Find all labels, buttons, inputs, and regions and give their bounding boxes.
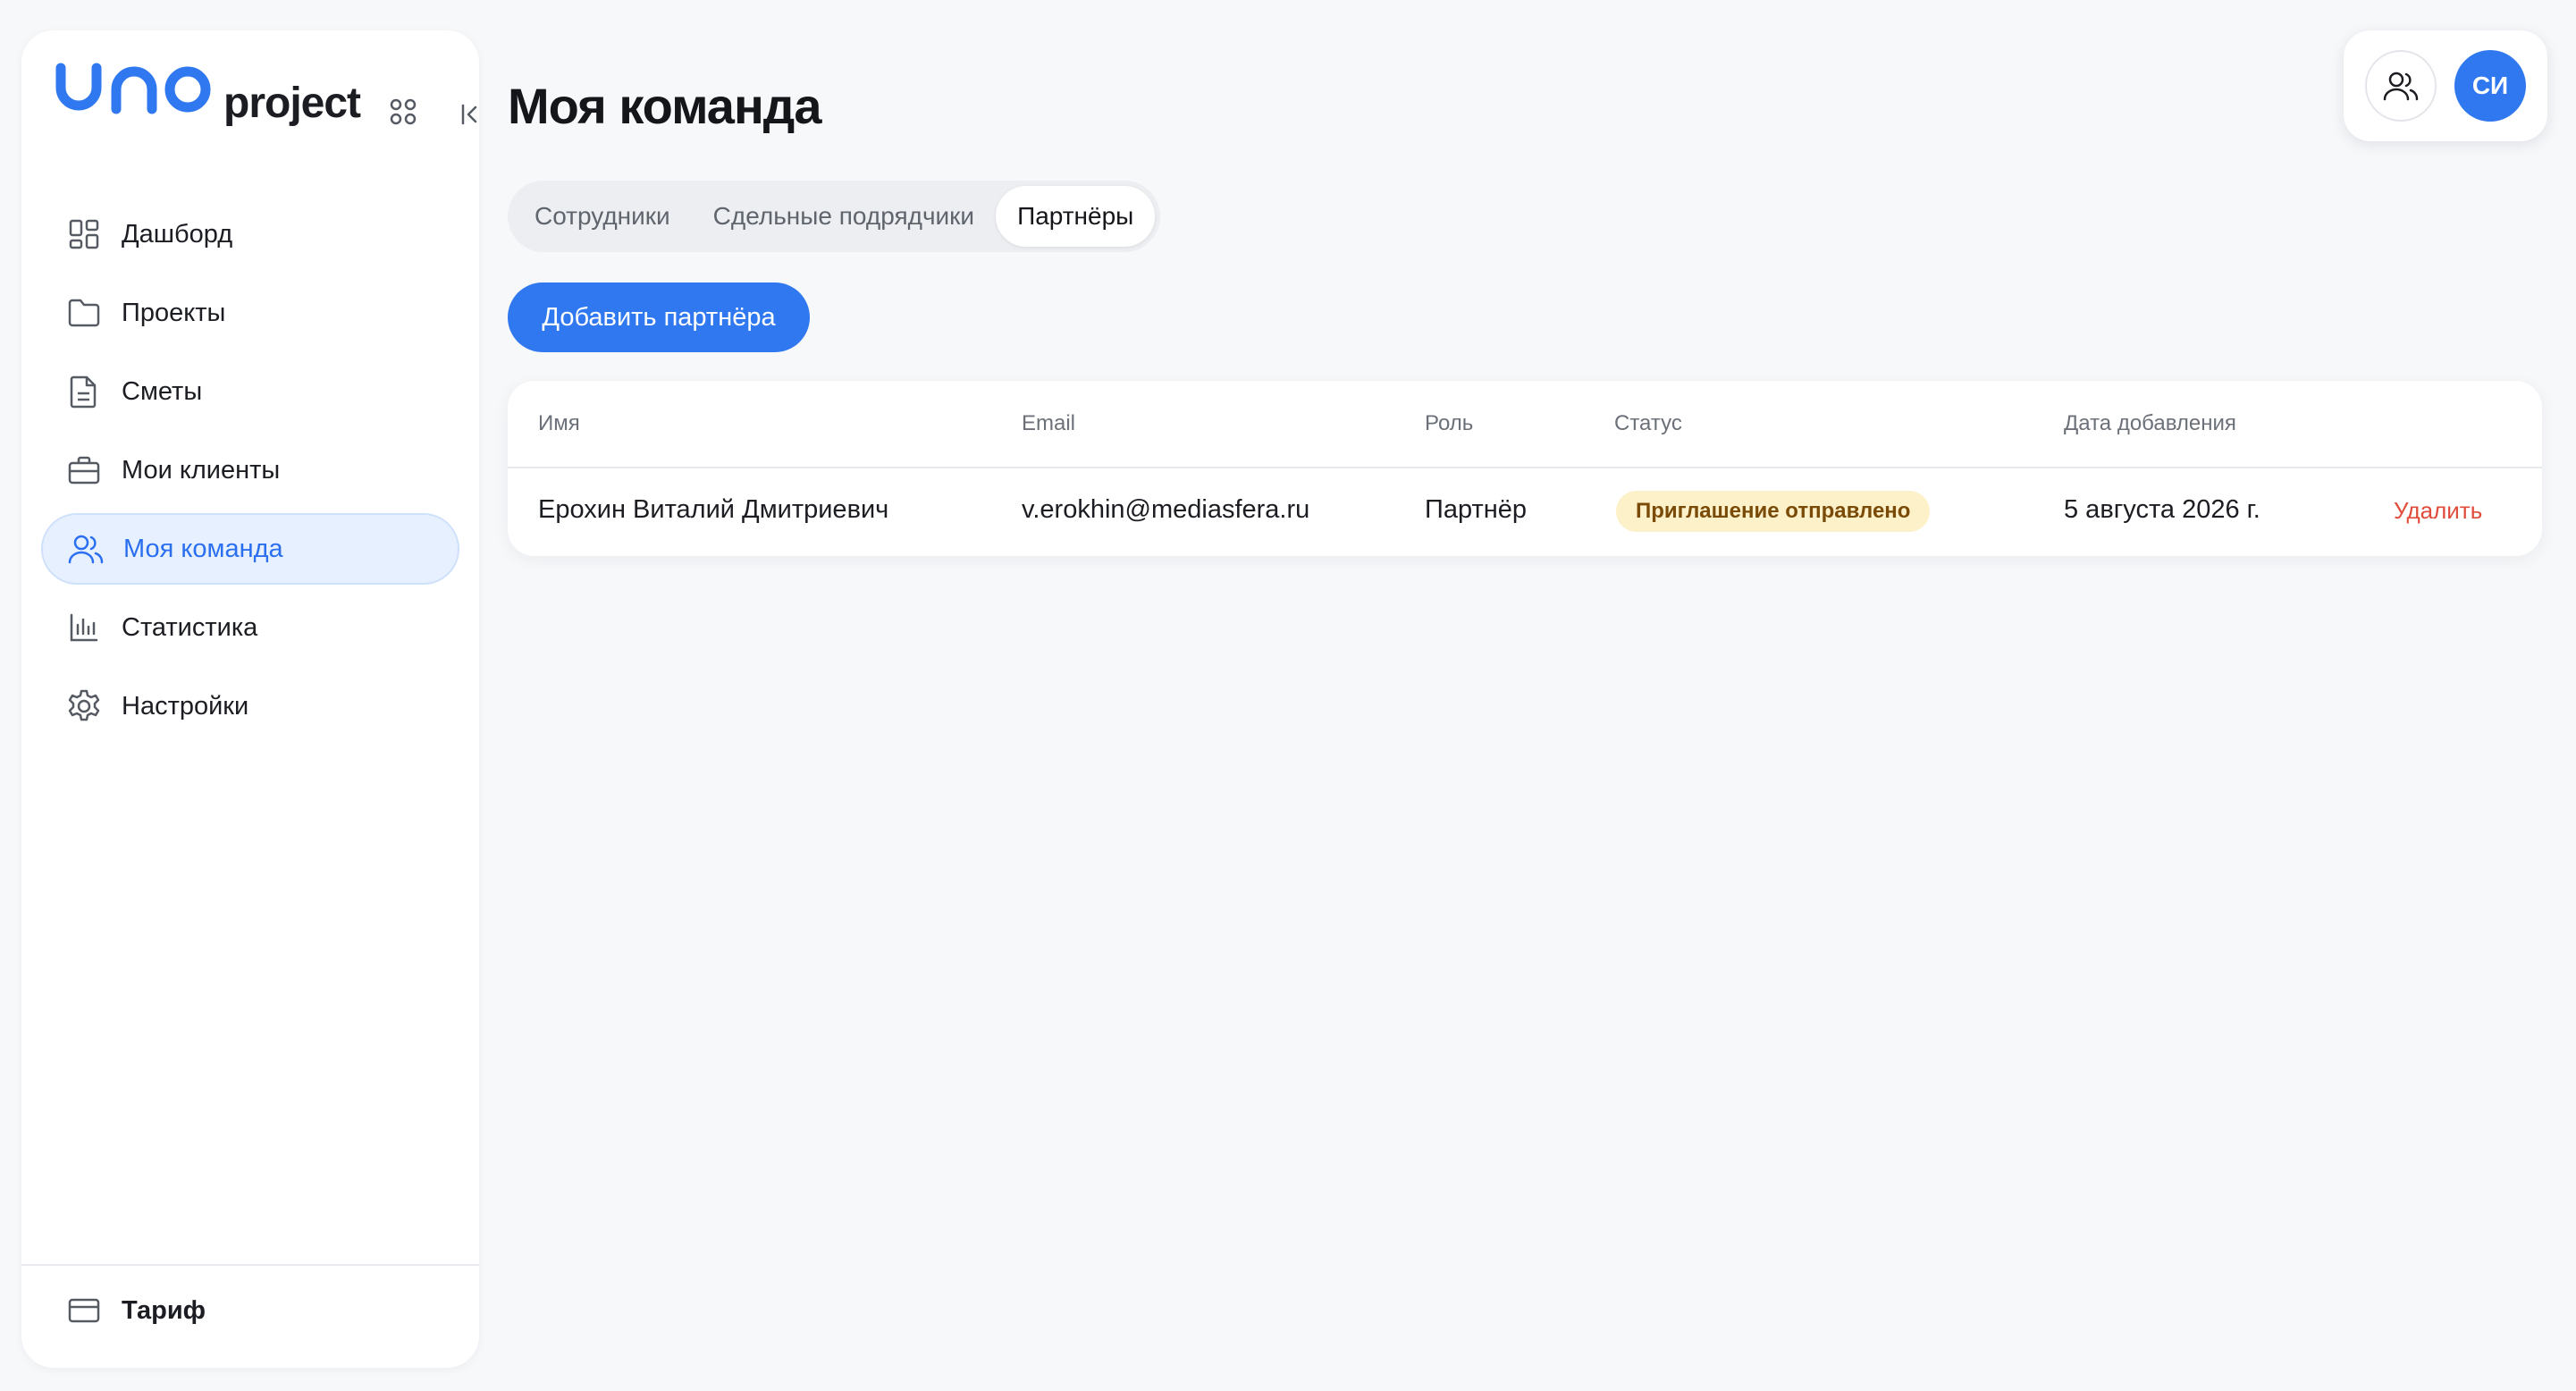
- sidebar-item-projects[interactable]: Проекты: [41, 277, 459, 349]
- sidebar-item-estimates[interactable]: Сметы: [41, 356, 459, 427]
- team-tabs: Сотрудники Сдельные подрядчики Партнёры: [508, 181, 1161, 252]
- cell-role: Партнёр: [1425, 495, 1528, 524]
- status-badge: Приглашение отправлено: [1616, 491, 1931, 532]
- sidebar: project Дашборд Проекты Сметы Мои клиент…: [21, 30, 479, 1368]
- table-row: Ерохин Виталий Дмитриевич v.erokhin@medi…: [508, 470, 2542, 556]
- briefcase-icon: [66, 452, 102, 488]
- column-header-email: Email: [1022, 411, 1076, 435]
- sidebar-item-settings[interactable]: Настройки: [41, 670, 459, 742]
- column-header-date: Дата добавления: [2064, 411, 2236, 435]
- tab-contractors[interactable]: Сдельные подрядчики: [692, 186, 996, 247]
- credit-card-icon: [66, 1293, 102, 1328]
- users-icon: [2383, 72, 2419, 101]
- apps-grid-icon[interactable]: [390, 98, 417, 125]
- sidebar-nav: Дашборд Проекты Сметы Мои клиенты Моя ко…: [41, 198, 459, 749]
- bar-chart-icon: [66, 610, 102, 645]
- sidebar-divider: [21, 1264, 479, 1266]
- sidebar-item-dashboard[interactable]: Дашборд: [41, 198, 459, 270]
- sidebar-item-team[interactable]: Моя команда: [41, 513, 459, 585]
- collapse-sidebar-button[interactable]: [450, 95, 490, 134]
- partners-table: Имя Email Роль Статус Дата добавления Ер…: [508, 381, 2542, 556]
- page-title: Моя команда: [508, 78, 821, 134]
- sidebar-item-label: Статистика: [122, 612, 258, 642]
- cell-name: Ерохин Виталий Дмитриевич: [538, 495, 889, 524]
- avatar[interactable]: СИ: [2454, 50, 2526, 122]
- sidebar-item-tariff[interactable]: Тариф: [41, 1275, 459, 1346]
- gear-icon: [66, 688, 102, 724]
- team-button[interactable]: [2365, 50, 2437, 122]
- document-icon: [66, 374, 102, 409]
- tab-partners[interactable]: Партнёры: [996, 186, 1156, 247]
- brand: project: [55, 57, 477, 143]
- column-header-name: Имя: [538, 411, 580, 435]
- add-partner-button[interactable]: Добавить партнёра: [508, 282, 810, 352]
- folder-icon: [66, 295, 102, 331]
- users-icon: [68, 531, 104, 567]
- sidebar-item-label: Мои клиенты: [122, 455, 281, 485]
- tab-employees[interactable]: Сотрудники: [513, 186, 692, 247]
- sidebar-item-label: Проекты: [122, 298, 226, 327]
- sidebar-item-statistics[interactable]: Статистика: [41, 592, 459, 663]
- delete-button[interactable]: Удалить: [2394, 497, 2482, 525]
- sidebar-item-label: Настройки: [122, 691, 249, 721]
- sidebar-item-label: Моя команда: [123, 534, 283, 563]
- table-header: Имя Email Роль Статус Дата добавления: [508, 381, 2542, 468]
- sidebar-item-label: Сметы: [122, 376, 203, 406]
- uno-logo: [55, 63, 211, 114]
- user-panel: СИ: [2344, 30, 2547, 141]
- sidebar-item-label: Дашборд: [122, 219, 233, 249]
- logo-text: project: [223, 80, 361, 127]
- column-header-status: Статус: [1614, 411, 1682, 435]
- dashboard-icon: [66, 216, 102, 252]
- cell-date: 5 августа 2026 г.: [2064, 495, 2260, 524]
- cell-email: v.erokhin@mediasfera.ru: [1022, 495, 1310, 524]
- column-header-role: Роль: [1425, 411, 1474, 435]
- app-root: project Дашборд Проекты Сметы Мои клиент…: [0, 0, 2576, 1391]
- sidebar-footer-label: Тариф: [122, 1295, 206, 1325]
- collapse-left-icon: [461, 104, 477, 125]
- sidebar-item-clients[interactable]: Мои клиенты: [41, 434, 459, 506]
